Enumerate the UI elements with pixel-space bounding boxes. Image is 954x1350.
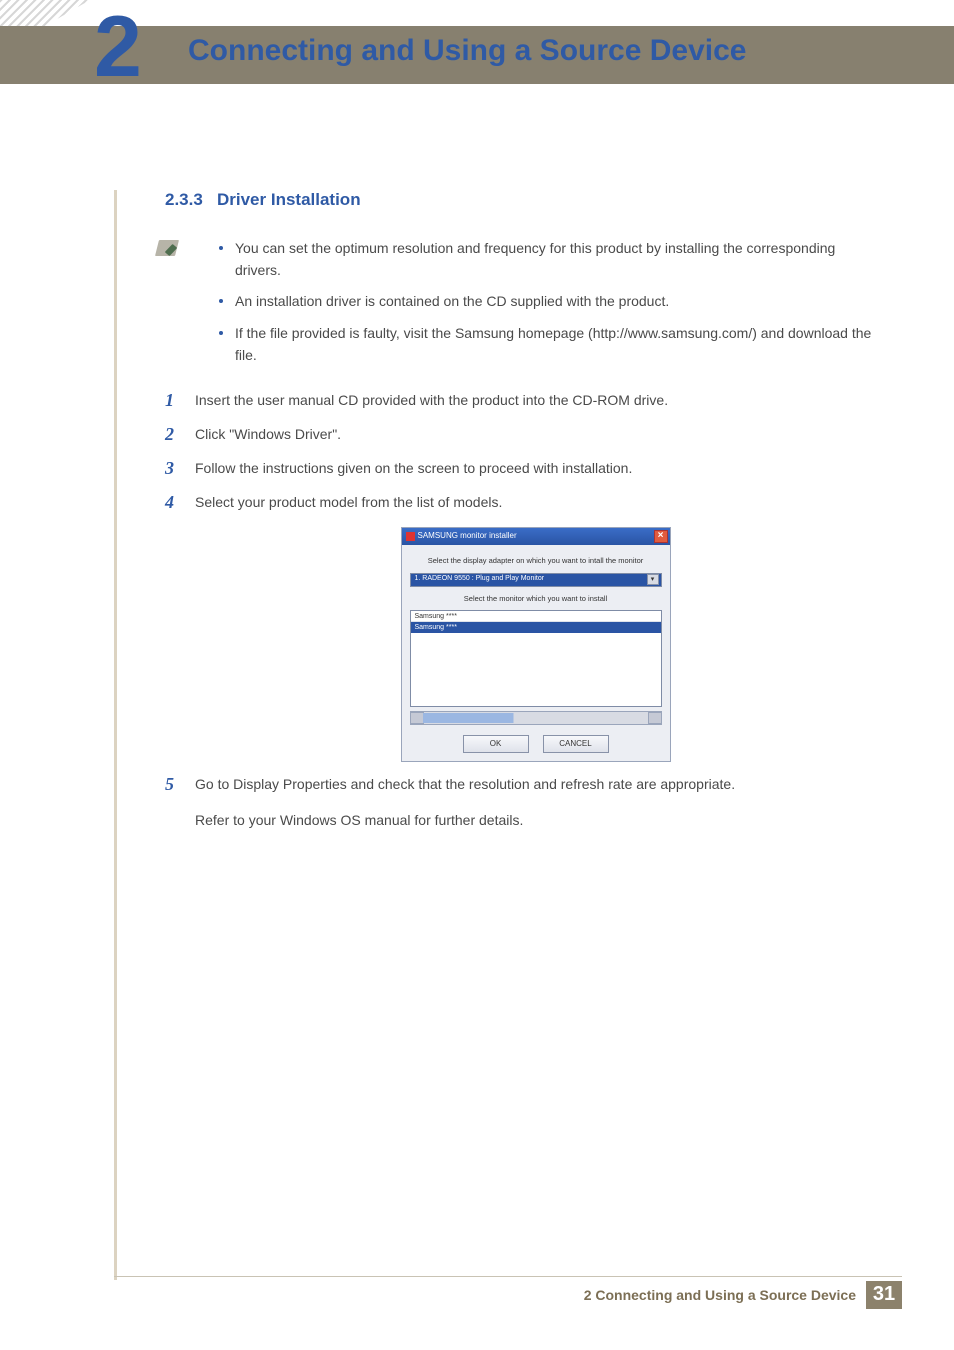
chapter-number: 2	[94, 4, 142, 90]
step-number: 2	[165, 421, 174, 449]
section-title: Driver Installation	[217, 190, 361, 209]
step-text: Follow the instructions given on the scr…	[195, 460, 632, 476]
page-number-badge: 31	[866, 1281, 902, 1309]
step-text: Select your product model from the list …	[195, 494, 502, 510]
section-number: 2.3.3	[165, 190, 203, 209]
step-text: Go to Display Properties and check that …	[195, 776, 735, 792]
step-list: 1 Insert the user manual CD provided wit…	[165, 390, 876, 831]
section-heading: 2.3.3 Driver Installation	[165, 190, 876, 210]
step-item: 3 Follow the instructions given on the s…	[165, 458, 876, 480]
note-list: You can set the optimum resolution and f…	[205, 238, 876, 366]
step-number: 5	[165, 771, 174, 799]
window-icon	[406, 532, 415, 541]
note-item: You can set the optimum resolution and f…	[205, 238, 876, 281]
footer-text: 2 Connecting and Using a Source Device	[584, 1287, 856, 1303]
step-item: 4 Select your product model from the lis…	[165, 492, 876, 763]
installer-titlebar: SAMSUNG monitor installer ×	[402, 528, 670, 545]
installer-screenshot: SAMSUNG monitor installer × Select the d…	[401, 527, 671, 762]
chapter-title: Connecting and Using a Source Device	[188, 34, 746, 68]
step-number: 3	[165, 455, 174, 483]
installer-monitor-prompt: Select the monitor which you want to ins…	[410, 593, 662, 605]
chevron-down-icon[interactable]: ▾	[647, 574, 659, 585]
step-extra-text: Refer to your Windows OS manual for furt…	[195, 810, 876, 832]
cancel-button[interactable]: CANCEL	[543, 735, 609, 753]
monitor-listbox[interactable]: Samsung **** Samsung ****	[410, 610, 662, 707]
step-item: 1 Insert the user manual CD provided wit…	[165, 390, 876, 412]
list-item[interactable]: Samsung ****	[411, 622, 661, 633]
adapter-selected: 1. RADEON 9550 : Plug and Play Monitor	[415, 574, 545, 585]
left-margin-rule	[114, 190, 117, 1280]
page-footer: 2 Connecting and Using a Source Device 3…	[114, 1276, 902, 1306]
step-number: 1	[165, 387, 174, 415]
step-item: 5 Go to Display Properties and check tha…	[165, 774, 876, 831]
step-item: 2 Click "Windows Driver".	[165, 424, 876, 446]
note-block: You can set the optimum resolution and f…	[165, 238, 876, 366]
horizontal-scrollbar[interactable]	[410, 711, 662, 725]
step-text: Click "Windows Driver".	[195, 426, 341, 442]
installer-adapter-prompt: Select the display adapter on which you …	[410, 555, 662, 567]
close-icon[interactable]: ×	[654, 530, 668, 543]
adapter-dropdown[interactable]: 1. RADEON 9550 : Plug and Play Monitor ▾	[410, 573, 662, 587]
note-item: An installation driver is contained on t…	[205, 291, 876, 313]
note-item: If the file provided is faulty, visit th…	[205, 323, 876, 366]
list-item[interactable]: Samsung ****	[411, 611, 661, 622]
note-icon	[155, 240, 179, 256]
step-text: Insert the user manual CD provided with …	[195, 392, 668, 408]
step-number: 4	[165, 489, 174, 517]
installer-title: SAMSUNG monitor installer	[418, 530, 517, 542]
ok-button[interactable]: OK	[463, 735, 529, 753]
